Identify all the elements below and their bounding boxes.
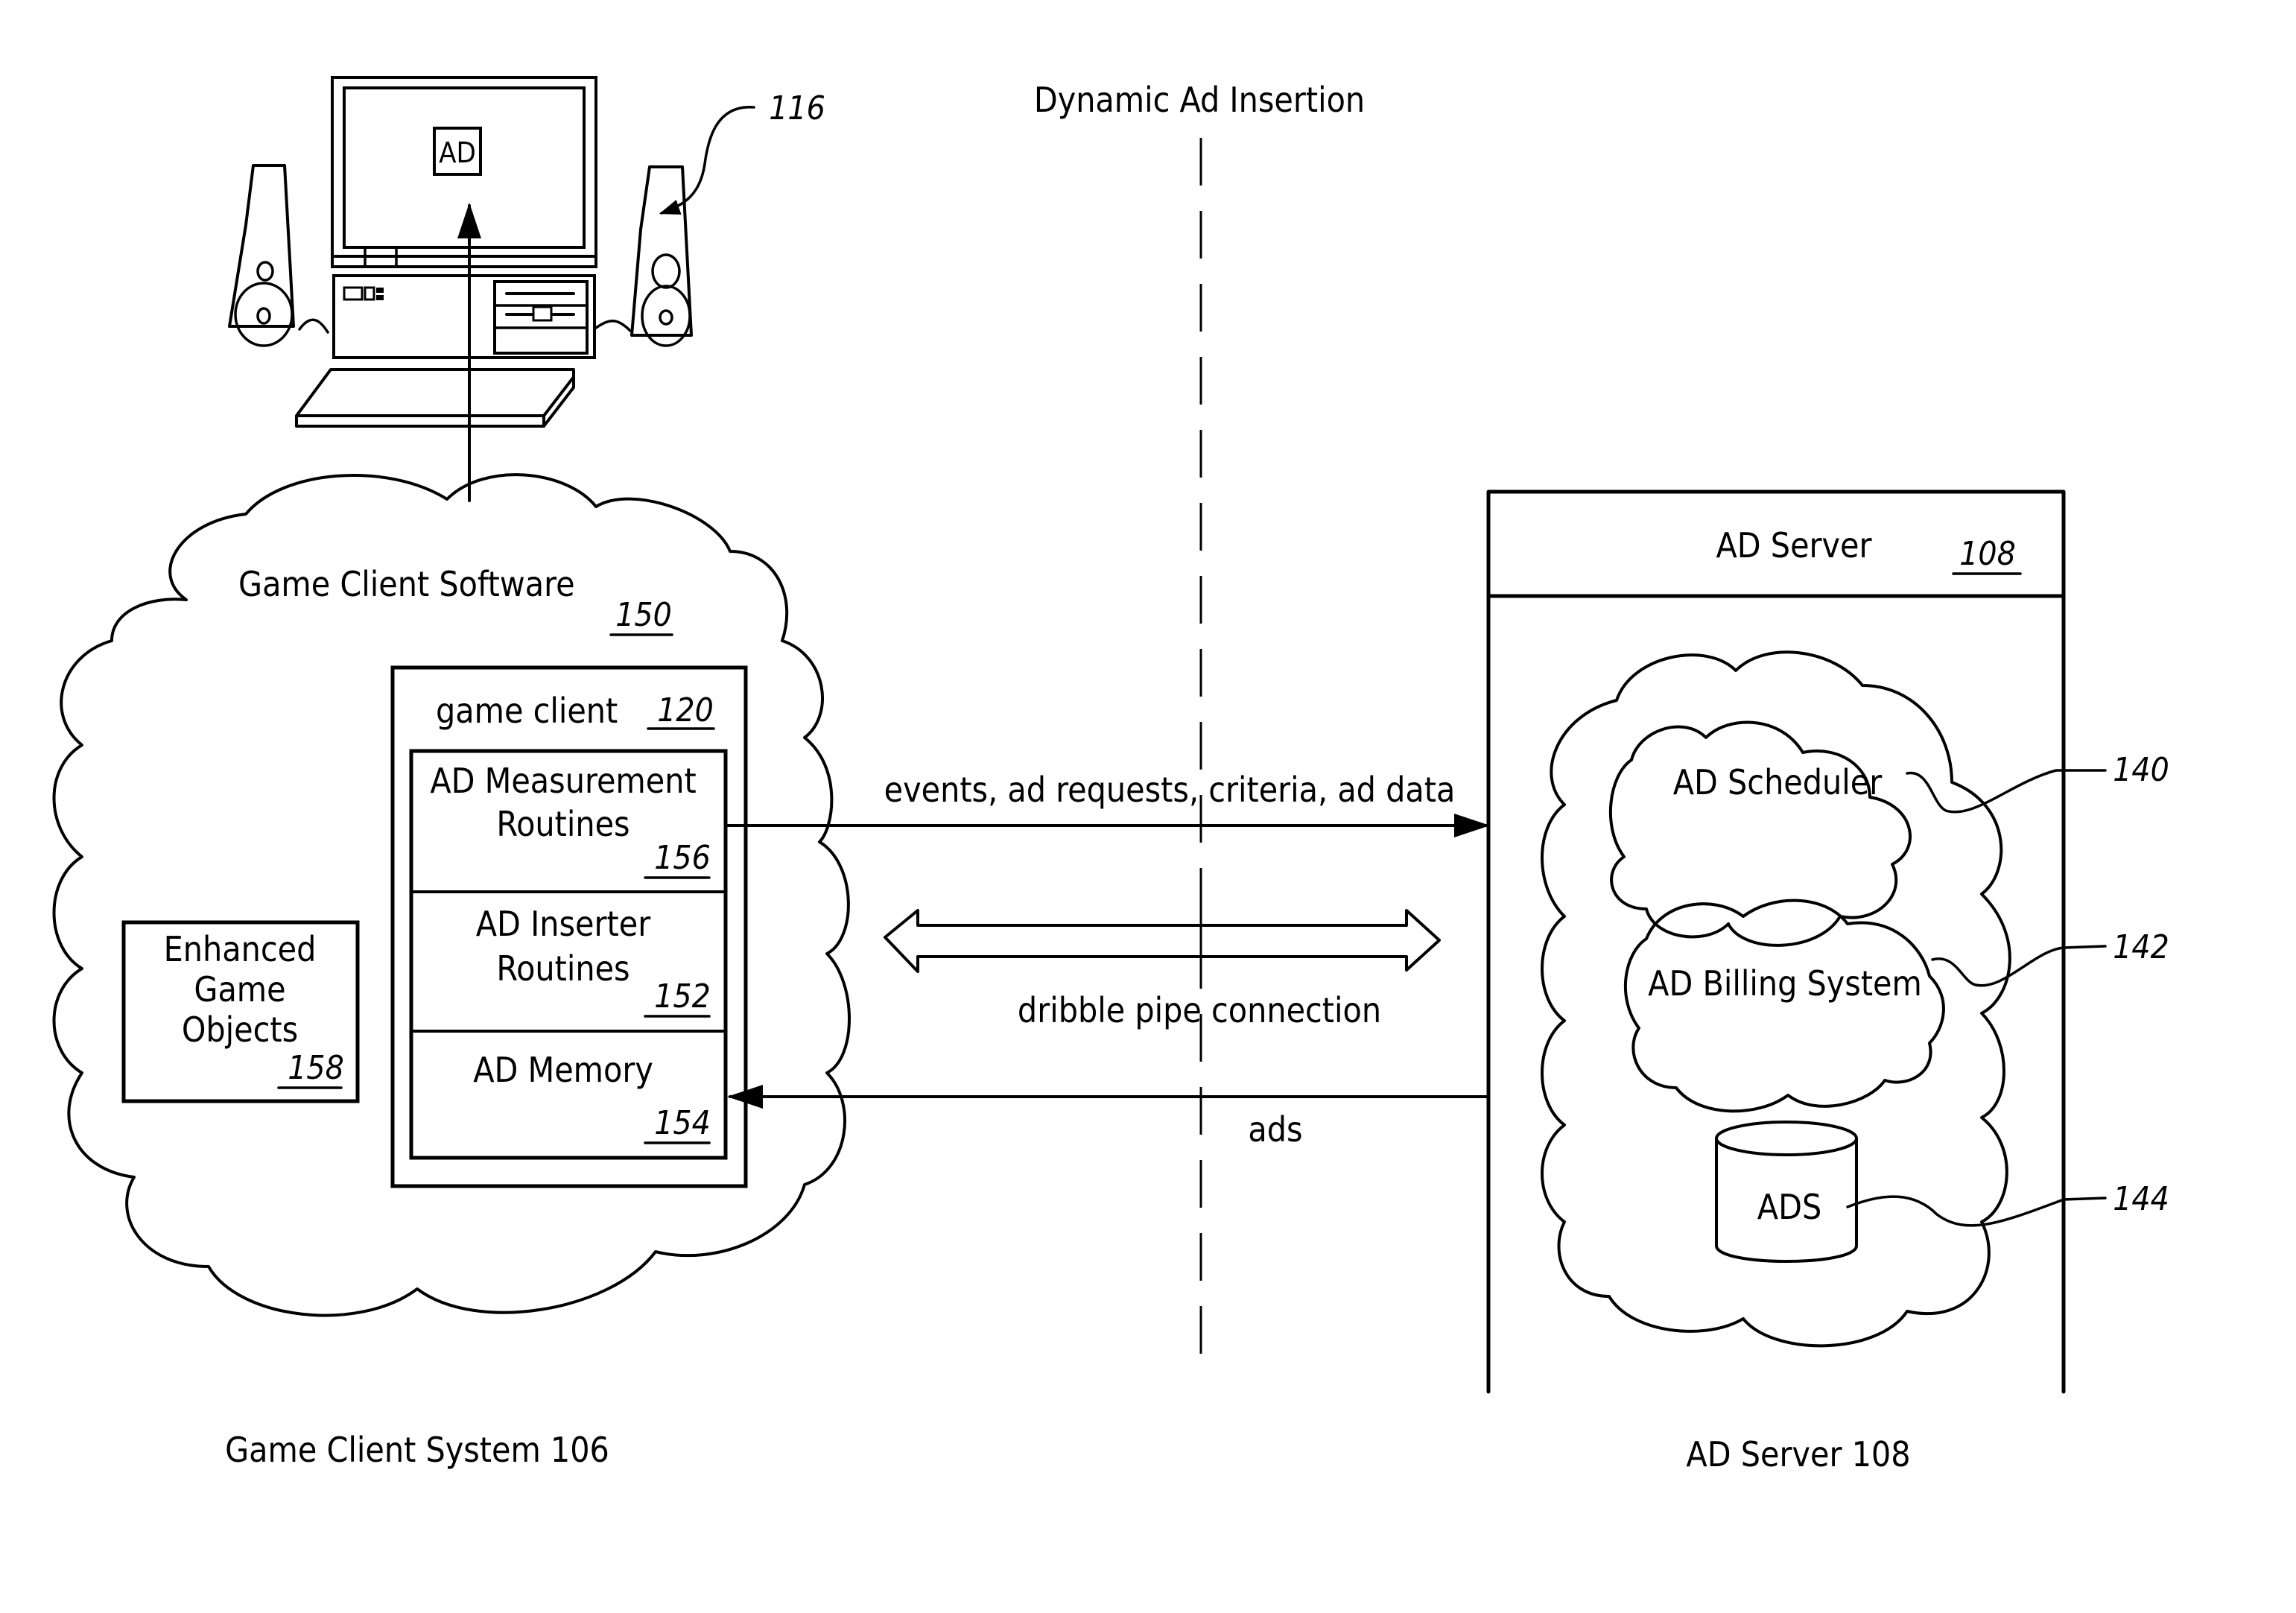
ad-scheduler-cloud: AD Scheduler: [1608, 720, 1912, 947]
module-154-line1: AD Memory: [473, 1050, 653, 1090]
game-client-box: game client 120 AD Measurement Routines …: [390, 665, 748, 1188]
game-client-system-caption: Game Client System 106: [225, 1430, 609, 1470]
ad-billing-system-ref: 142: [2113, 928, 2169, 966]
computer-ref: 116: [769, 89, 825, 127]
ads-database-icon: ADS: [1715, 1121, 1858, 1263]
enhanced-line2: Game: [194, 969, 285, 1010]
enhanced-line3: Objects: [182, 1010, 298, 1050]
game-client-ref: 120: [657, 691, 714, 729]
module-156-ref: 156: [654, 839, 711, 877]
upstream-label: events, ad requests, criteria, ad data: [884, 770, 1456, 810]
game-client-software-ref: 150: [615, 596, 672, 634]
module-152-line2: Routines: [496, 948, 630, 989]
callout-140-line: [1906, 769, 2107, 814]
diagram-title: Dynamic Ad Insertion: [1034, 80, 1365, 120]
dribble-pipe-double-arrow: [884, 909, 1441, 973]
ad-scheduler-label: AD Scheduler: [1673, 762, 1883, 802]
callout-116-arrow: [659, 106, 755, 215]
ad-server-ref: 108: [1959, 535, 2016, 573]
dynamic-ad-insertion-diagram: Dynamic Ad Insertion AD 116 Game Client …: [52, 76, 2169, 1474]
enhanced-game-objects-box: Enhanced Game Objects 158: [121, 920, 360, 1103]
callout-144-line: [1846, 1195, 2107, 1227]
game-client-label: game client: [436, 691, 618, 731]
screen-ad-label: AD: [439, 136, 476, 169]
computer-icon: AD: [228, 76, 693, 428]
enhanced-line1: Enhanced: [164, 929, 317, 969]
ad-server-box: AD Server 108: [1486, 489, 2066, 1394]
ads-database-label: ADS: [1757, 1187, 1821, 1227]
enhanced-ref: 158: [288, 1049, 344, 1087]
ad-billing-system-cloud: AD Billing System: [1623, 899, 1945, 1113]
downstream-label: ads: [1248, 1109, 1302, 1150]
ad-scheduler-ref: 140: [2113, 751, 2169, 789]
dribble-pipe-label: dribble pipe connection: [1018, 990, 1381, 1030]
module-154-ref: 154: [654, 1104, 711, 1142]
ads-database-ref: 144: [2113, 1180, 2169, 1218]
module-152-line1: AD Inserter: [476, 904, 651, 944]
module-156-line2: Routines: [496, 804, 630, 844]
ad-server-caption: AD Server 108: [1686, 1434, 1910, 1474]
callout-142-line: [1931, 945, 2107, 987]
module-156-line1: AD Measurement: [430, 761, 696, 801]
module-152-ref: 152: [654, 977, 711, 1015]
ad-billing-system-label: AD Billing System: [1648, 963, 1922, 1004]
game-client-software-label: Game Client Software: [238, 564, 575, 604]
ad-server-header: AD Server: [1716, 525, 1872, 565]
